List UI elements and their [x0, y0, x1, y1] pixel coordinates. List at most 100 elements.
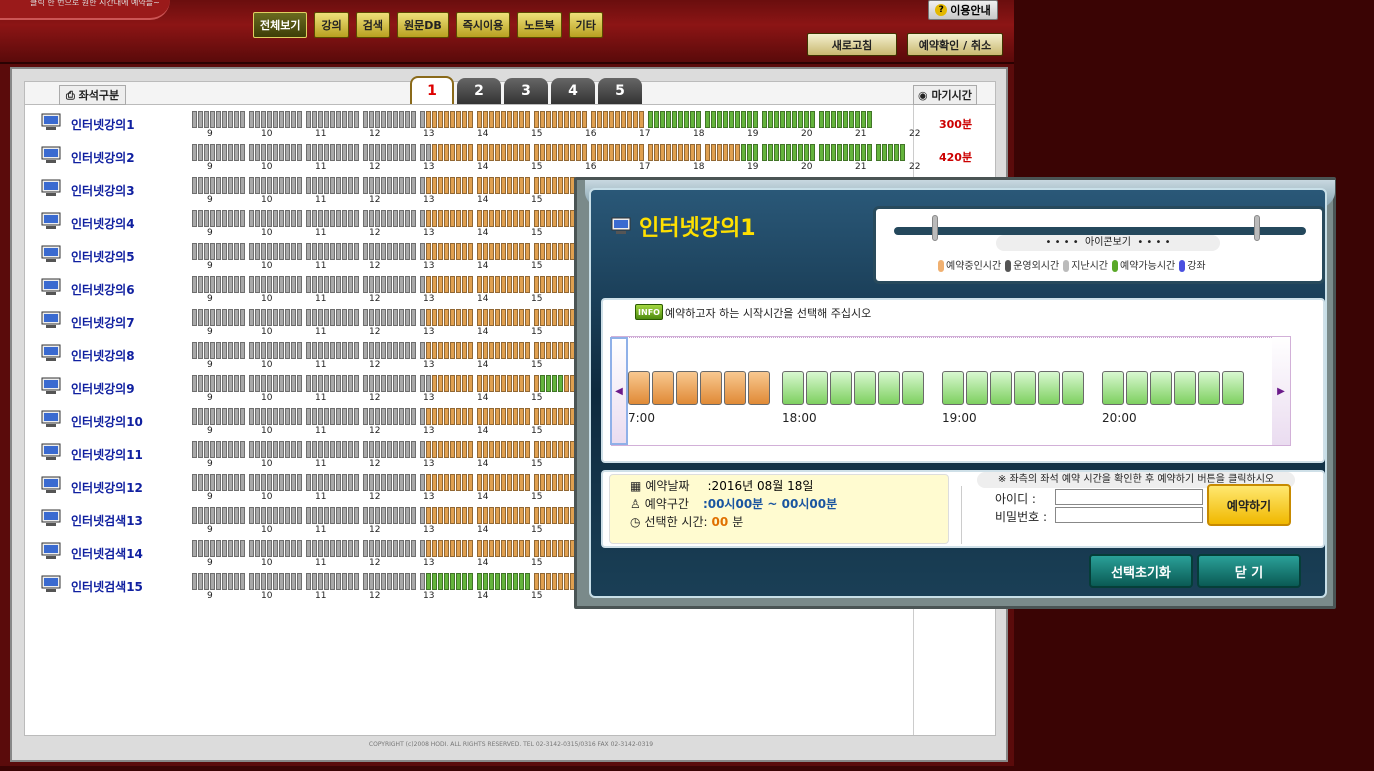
seat-name[interactable]: 인터넷검색14	[71, 545, 143, 562]
seat-name[interactable]: 인터넷검색15	[71, 578, 143, 595]
time-cell[interactable]	[792, 144, 797, 161]
time-cell[interactable]	[741, 111, 746, 128]
nav-item-3[interactable]: 원문DB	[396, 12, 449, 38]
time-slot[interactable]	[806, 371, 828, 405]
time-slot[interactable]	[942, 371, 964, 405]
refresh-button[interactable]: 새로고침	[807, 33, 897, 56]
time-slot[interactable]	[1198, 371, 1220, 405]
time-cell[interactable]	[558, 375, 563, 392]
time-cell[interactable]	[786, 111, 791, 128]
time-slot[interactable]	[990, 371, 1012, 405]
help-button[interactable]: ? 이용안내	[928, 0, 998, 20]
time-cell[interactable]	[849, 111, 854, 128]
nav-all[interactable]: 전체보기	[253, 12, 308, 38]
time-cell[interactable]	[438, 573, 443, 590]
time-cell[interactable]	[810, 111, 815, 128]
time-cell[interactable]	[768, 111, 773, 128]
time-slot[interactable]	[902, 371, 924, 405]
seat-name[interactable]: 인터넷강의7	[71, 314, 135, 331]
seat-row[interactable]: 인터넷강의2 9 10 11 12 13 14 15 16 17 18 19 20 21 22 420분	[25, 143, 995, 176]
time-cell[interactable]	[489, 573, 494, 590]
time-cell[interactable]	[711, 111, 716, 128]
tab-1[interactable]: 1	[410, 76, 454, 104]
time-cell[interactable]	[849, 144, 854, 161]
time-cell[interactable]	[774, 111, 779, 128]
time-slot[interactable]	[1062, 371, 1084, 405]
time-cell[interactable]	[819, 111, 824, 128]
seat-name[interactable]: 인터넷강의12	[71, 479, 143, 496]
scroll-right-icon[interactable]: ▶	[1272, 337, 1290, 445]
time-cell[interactable]	[900, 144, 905, 161]
time-cell[interactable]	[507, 573, 512, 590]
time-cell[interactable]	[861, 111, 866, 128]
time-slot[interactable]	[966, 371, 988, 405]
tab-5[interactable]: 5	[598, 78, 642, 104]
time-cell[interactable]	[654, 111, 659, 128]
time-cell[interactable]	[753, 144, 758, 161]
time-cell[interactable]	[804, 144, 809, 161]
time-slot[interactable]	[782, 371, 804, 405]
time-cell[interactable]	[741, 144, 746, 161]
time-cell[interactable]	[798, 144, 803, 161]
time-cell[interactable]	[825, 144, 830, 161]
time-cell[interactable]	[804, 111, 809, 128]
time-cell[interactable]	[867, 111, 872, 128]
seat-name[interactable]: 인터넷강의5	[71, 248, 135, 265]
time-cell[interactable]	[444, 573, 449, 590]
time-slot[interactable]	[1126, 371, 1148, 405]
time-cell[interactable]	[747, 111, 752, 128]
time-slot[interactable]	[830, 371, 852, 405]
seat-name[interactable]: 인터넷강의3	[71, 182, 135, 199]
time-cell[interactable]	[762, 111, 767, 128]
seat-name[interactable]: 인터넷강의9	[71, 380, 135, 397]
time-cell[interactable]	[432, 573, 437, 590]
time-cell[interactable]	[843, 111, 848, 128]
time-cell[interactable]	[672, 111, 677, 128]
seat-name[interactable]: 인터넷강의4	[71, 215, 135, 232]
time-cell[interactable]	[666, 111, 671, 128]
time-cell[interactable]	[660, 111, 665, 128]
time-slot[interactable]	[1222, 371, 1244, 405]
nav-item-1[interactable]: 강의	[314, 12, 349, 38]
tab-2[interactable]: 2	[457, 78, 501, 104]
time-cell[interactable]	[483, 573, 488, 590]
time-cell[interactable]	[831, 111, 836, 128]
seat-name[interactable]: 인터넷강의8	[71, 347, 135, 364]
time-cell[interactable]	[513, 573, 518, 590]
time-cell[interactable]	[867, 144, 872, 161]
time-cell[interactable]	[456, 573, 461, 590]
time-cell[interactable]	[690, 111, 695, 128]
time-cell[interactable]	[786, 144, 791, 161]
time-cell[interactable]	[837, 144, 842, 161]
time-cell[interactable]	[501, 573, 506, 590]
time-cell[interactable]	[468, 573, 473, 590]
time-cell[interactable]	[477, 573, 482, 590]
time-cell[interactable]	[495, 573, 500, 590]
time-cell[interactable]	[723, 111, 728, 128]
time-slot[interactable]	[854, 371, 876, 405]
time-cell[interactable]	[450, 573, 455, 590]
time-slot[interactable]	[878, 371, 900, 405]
nav-item-6[interactable]: 기타	[568, 12, 603, 38]
time-cell[interactable]	[519, 573, 524, 590]
seat-name[interactable]: 인터넷강의2	[71, 149, 135, 166]
seat-name[interactable]: 인터넷강의10	[71, 413, 143, 430]
time-slot[interactable]	[1014, 371, 1036, 405]
time-cell[interactable]	[780, 144, 785, 161]
time-cell[interactable]	[546, 375, 551, 392]
seat-name[interactable]: 인터넷강의1	[71, 116, 135, 133]
password-input[interactable]	[1055, 507, 1203, 523]
scroll-left-icon[interactable]: ◀	[610, 337, 628, 445]
id-input[interactable]	[1055, 489, 1203, 505]
time-cell[interactable]	[540, 375, 545, 392]
time-slot[interactable]	[1102, 371, 1124, 405]
time-cell[interactable]	[843, 144, 848, 161]
time-cell[interactable]	[825, 111, 830, 128]
time-cell[interactable]	[684, 111, 689, 128]
reset-selection-button[interactable]: 선택초기화	[1089, 554, 1193, 588]
seat-name[interactable]: 인터넷강의11	[71, 446, 143, 463]
seat-name[interactable]: 인터넷검색13	[71, 512, 143, 529]
time-cell[interactable]	[894, 144, 899, 161]
time-cell[interactable]	[798, 111, 803, 128]
time-cell[interactable]	[837, 111, 842, 128]
